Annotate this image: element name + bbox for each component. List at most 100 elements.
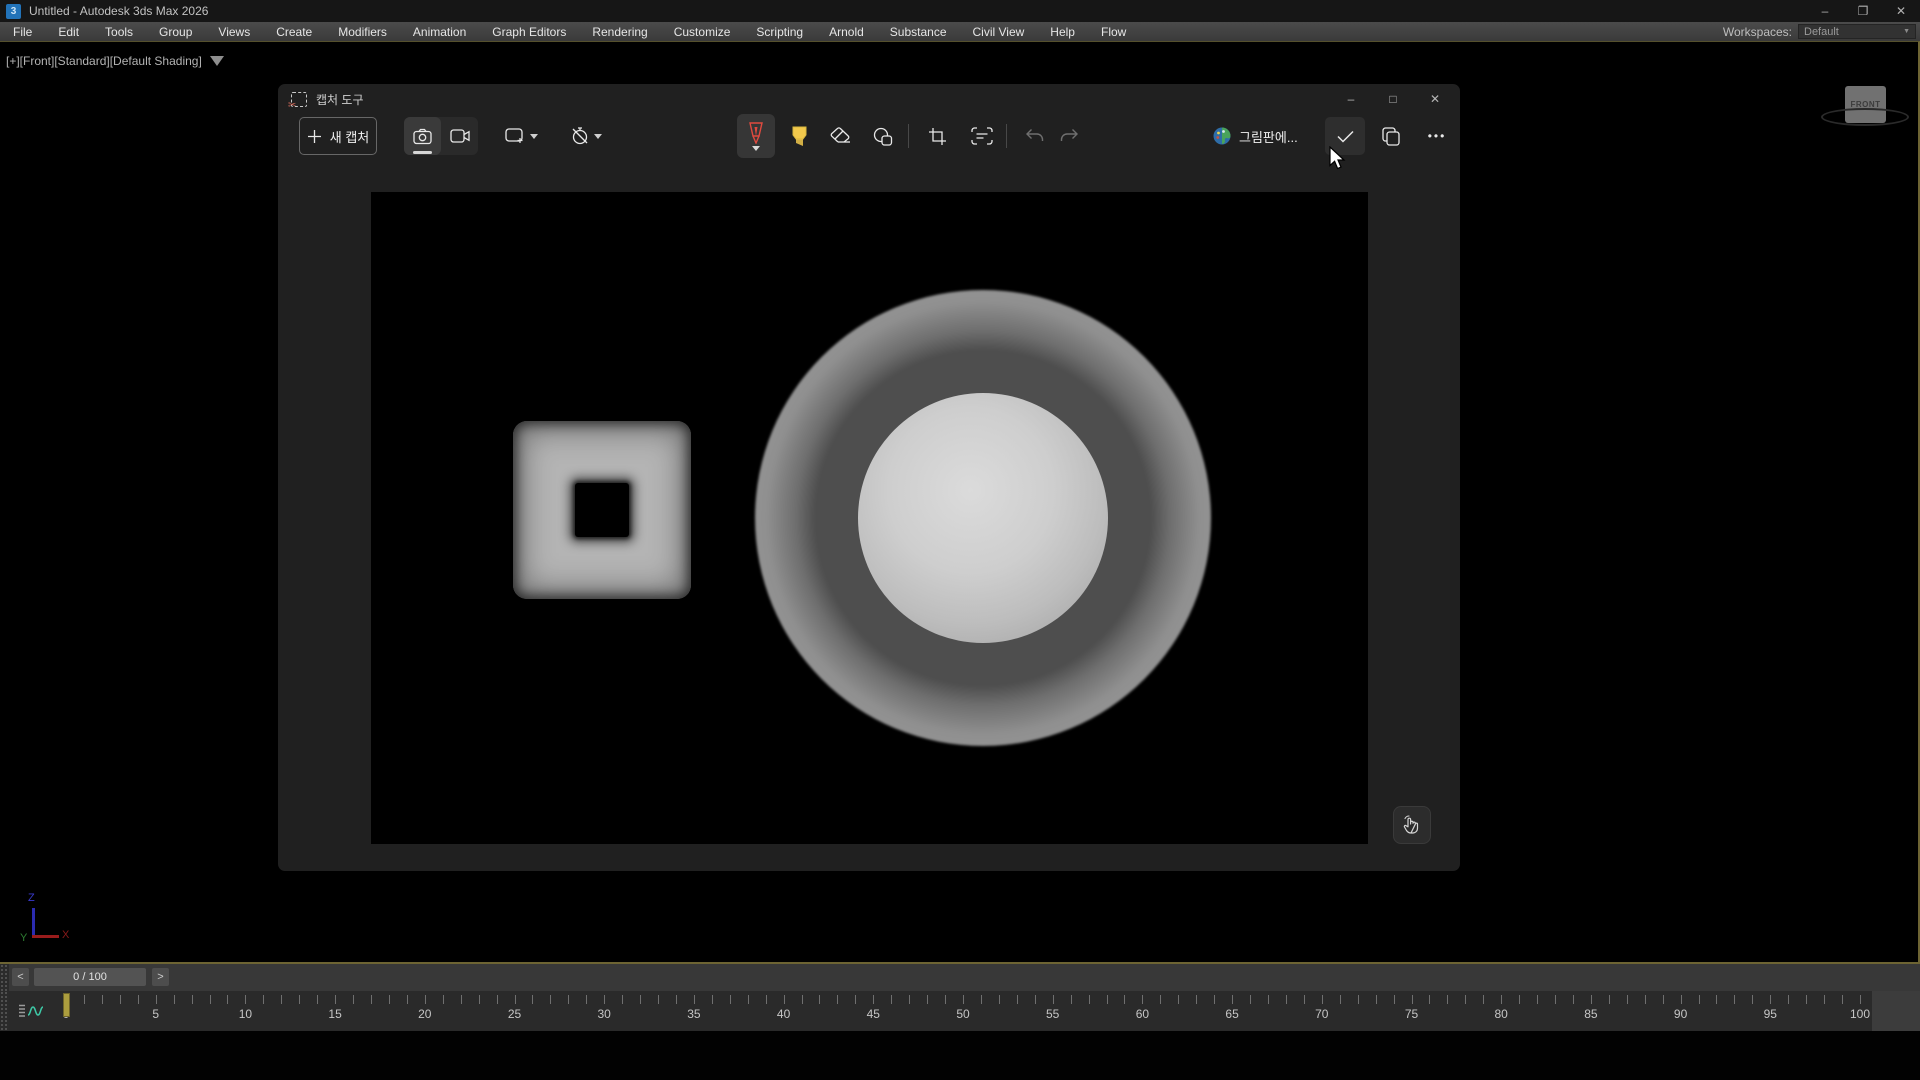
plus-icon [307, 129, 322, 144]
timeline-ruler[interactable]: 0510152025303540455055606570758085909510… [66, 991, 1860, 1031]
ruler-label: 25 [508, 1007, 521, 1021]
undo-button[interactable] [1015, 117, 1053, 155]
highlighter-button[interactable] [779, 117, 819, 155]
menu-tools[interactable]: Tools [92, 22, 146, 41]
ruler-label: 5 [152, 1007, 159, 1021]
track-bar-grip[interactable] [0, 991, 9, 1031]
ruler-tick [227, 995, 228, 1004]
snip-shape-dropdown[interactable] [497, 117, 545, 155]
ruler-label: 20 [418, 1007, 431, 1021]
snip-maximize-button[interactable]: □ [1372, 84, 1414, 114]
menu-modifiers[interactable]: Modifiers [325, 22, 400, 41]
recording-mode-button[interactable] [441, 117, 478, 155]
captured-screenshot-canvas[interactable] [371, 192, 1368, 844]
ruler-tick [1770, 995, 1771, 1004]
ruler-label: 65 [1225, 1007, 1238, 1021]
timer-off-icon [571, 127, 589, 145]
ruler-tick [1232, 995, 1233, 1004]
ruler-label: 10 [239, 1007, 252, 1021]
chevron-down-icon [752, 146, 760, 151]
touch-writing-button[interactable] [1393, 806, 1431, 844]
screenshot-mode-button[interactable] [404, 117, 441, 155]
redo-button[interactable] [1050, 117, 1088, 155]
ballpoint-pen-button[interactable] [737, 114, 775, 158]
snipping-tool-titlebar: ✂ 캡처 도구 – □ ✕ [278, 84, 1460, 114]
ruler-tick [730, 995, 731, 1004]
app-minimize-button[interactable]: – [1806, 0, 1844, 22]
shapes-button[interactable] [863, 117, 903, 155]
paint-palette-icon [1212, 126, 1232, 146]
ruler-label: 45 [867, 1007, 880, 1021]
time-slider-grip[interactable] [0, 964, 9, 991]
ruler-tick [568, 995, 569, 1004]
ruler-tick [963, 995, 964, 1004]
menu-views[interactable]: Views [205, 22, 263, 41]
ruler-tick [335, 995, 336, 1004]
ruler-tick [891, 995, 892, 1004]
edit-in-paint-label[interactable]: 그림판에... [1239, 117, 1298, 155]
ruler-tick [999, 995, 1000, 1004]
next-frame-button[interactable]: > [152, 968, 169, 986]
menu-help[interactable]: Help [1037, 22, 1088, 41]
current-frame-marker[interactable] [63, 993, 70, 1017]
snip-minimize-button[interactable]: – [1330, 84, 1372, 114]
menu-edit[interactable]: Edit [45, 22, 92, 41]
ruler-tick [1465, 995, 1466, 1004]
app-restore-button[interactable]: ❐ [1844, 0, 1882, 22]
ruler-label: 95 [1764, 1007, 1777, 1021]
menu-graph-editors[interactable]: Graph Editors [479, 22, 579, 41]
ruler-tick [855, 995, 856, 1004]
ruler-label: 90 [1674, 1007, 1687, 1021]
ruler-tick [909, 995, 910, 1004]
capture-mode-toggle [404, 117, 478, 155]
menu-rendering[interactable]: Rendering [579, 22, 660, 41]
viewport-label[interactable]: [+][Front][Standard][Default Shading] [6, 54, 224, 68]
snip-close-button[interactable]: ✕ [1414, 84, 1456, 114]
menu-scripting[interactable]: Scripting [743, 22, 816, 41]
time-slider-handle[interactable]: 0 / 100 [34, 968, 146, 986]
ruler-tick [1842, 995, 1843, 1004]
menu-arnold[interactable]: Arnold [816, 22, 877, 41]
more-options-button[interactable]: ••• [1418, 117, 1456, 155]
menu-substance[interactable]: Substance [877, 22, 960, 41]
menu-create[interactable]: Create [263, 22, 325, 41]
undo-icon [1025, 128, 1044, 145]
previous-frame-button[interactable]: < [12, 968, 29, 986]
workspaces-dropdown[interactable]: Default ▼ [1798, 24, 1916, 39]
highlighter-icon [790, 126, 809, 147]
menu-flow[interactable]: Flow [1088, 22, 1139, 41]
ruler-tick [1412, 995, 1413, 1004]
ruler-tick [192, 995, 193, 1004]
delay-dropdown[interactable] [562, 117, 610, 155]
menu-customize[interactable]: Customize [661, 22, 744, 41]
chevron-down-icon: ▼ [1903, 28, 1910, 35]
ruler-label: 50 [956, 1007, 969, 1021]
menu-group[interactable]: Group [146, 22, 205, 41]
track-bar[interactable]: 0510152025303540455055606570758085909510… [0, 991, 1920, 1031]
app-close-button[interactable]: ✕ [1882, 0, 1920, 22]
menu-file[interactable]: File [0, 22, 45, 41]
ruler-tick [1394, 995, 1395, 1004]
copy-button[interactable] [1372, 117, 1410, 155]
camera-icon [413, 128, 432, 145]
menu-civil-view[interactable]: Civil View [960, 22, 1038, 41]
ruler-tick [1178, 995, 1179, 1004]
ruler-tick [1824, 995, 1825, 1004]
snipping-tool-title: 캡처 도구 [316, 91, 364, 108]
ruler-tick [1555, 995, 1556, 1004]
text-actions-button[interactable] [960, 117, 1004, 155]
ruler-tick [102, 995, 103, 1004]
ruler-tick [1142, 995, 1143, 1004]
menubar: FileEditToolsGroupViewsCreateModifiersAn… [0, 22, 1920, 41]
ruler-tick [515, 995, 516, 1004]
eraser-button[interactable] [821, 117, 861, 155]
copy-icon [1382, 127, 1400, 146]
new-capture-button[interactable]: 새 캡처 [299, 117, 377, 155]
crop-button[interactable] [917, 117, 957, 155]
ruler-tick [1788, 995, 1789, 1004]
menu-animation[interactable]: Animation [400, 22, 479, 41]
edit-in-paint-button[interactable] [1208, 117, 1236, 155]
mini-curve-editor-button[interactable] [13, 996, 49, 1026]
checkmark-icon [1337, 130, 1354, 143]
ruler-tick [371, 995, 372, 1004]
